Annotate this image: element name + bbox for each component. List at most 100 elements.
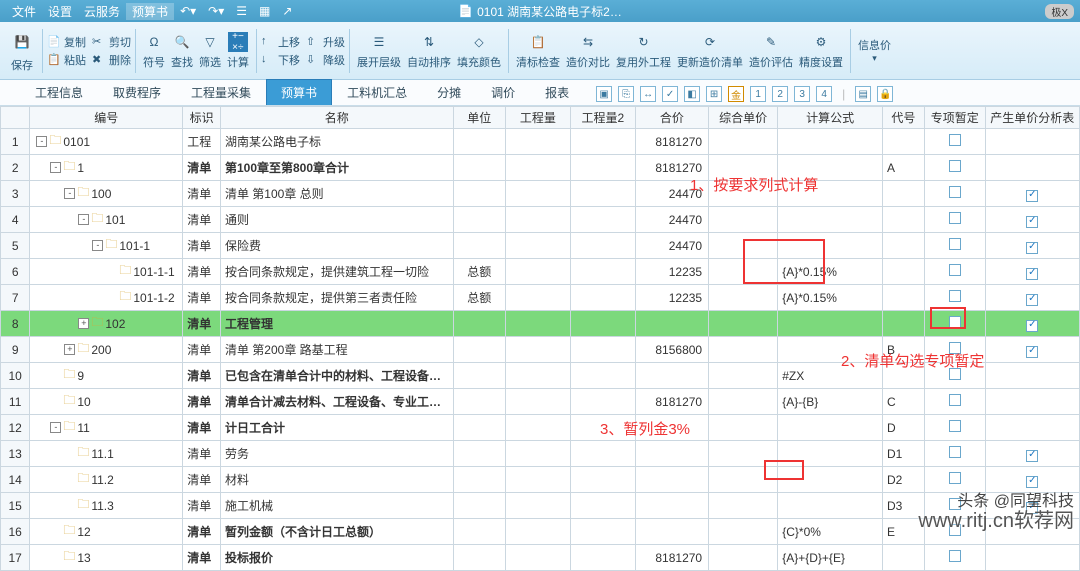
special-checkbox[interactable] — [949, 446, 961, 458]
filter-button[interactable]: ▽筛选 — [199, 32, 221, 70]
special-checkbox[interactable] — [949, 160, 961, 172]
delete-button[interactable]: ✖删除 — [92, 52, 131, 68]
table-row[interactable]: 10🗀9清单已包含在清单合计中的材料、工程设备…#ZX — [1, 363, 1080, 389]
tool-icon-gold[interactable]: 金 — [728, 86, 744, 102]
tab-5[interactable]: 分摊 — [422, 79, 476, 105]
table-row[interactable]: 11🗀10清单清单合计减去材料、工程设备、专业工…8181270{A}-{B}C — [1, 389, 1080, 415]
updatelist-button[interactable]: ⟳更新造价清单 — [677, 32, 743, 70]
autosort-button[interactable]: ⇅自动排序 — [407, 32, 451, 70]
tool-icon[interactable]: ◧ — [684, 86, 700, 102]
budget-grid[interactable]: 编号标识名称单位工程量工程量2合价综合单价计算公式代号专项暂定产生单价分析表 1… — [0, 106, 1080, 571]
cut-button[interactable]: ✂剪切 — [92, 34, 131, 50]
generate-checkbox[interactable] — [1026, 320, 1038, 332]
table-row[interactable]: 8+🗀102清单工程管理 — [1, 311, 1080, 337]
tool-icon[interactable]: ⎘ — [618, 86, 634, 102]
generate-checkbox[interactable] — [1026, 450, 1038, 462]
special-checkbox[interactable] — [949, 368, 961, 380]
symbol-button[interactable]: Ω符号 — [143, 32, 165, 70]
table-row[interactable]: 12-🗀11清单计日工合计D — [1, 415, 1080, 441]
qat-icon-1[interactable]: ☰ — [230, 4, 253, 18]
col-header[interactable]: 计算公式 — [778, 107, 883, 129]
table-row[interactable]: 1-🗀0101工程湖南某公路电子标8181270 — [1, 129, 1080, 155]
expand-toggle-icon[interactable]: + — [64, 344, 75, 355]
expand-toggle-icon[interactable]: - — [36, 136, 47, 147]
col-header[interactable]: 工程量 — [505, 107, 570, 129]
tab-1[interactable]: 取费程序 — [98, 79, 176, 105]
generate-checkbox[interactable] — [1026, 346, 1038, 358]
table-row[interactable]: 5-🗀101-1清单保险费24470 — [1, 233, 1080, 259]
col-header[interactable]: 名称 — [220, 107, 453, 129]
tool-icon[interactable]: ▣ — [596, 86, 612, 102]
generate-checkbox[interactable] — [1026, 294, 1038, 306]
special-checkbox[interactable] — [949, 394, 961, 406]
expand-button[interactable]: ☰展开层级 — [357, 32, 401, 70]
tab-3[interactable]: 预算书 — [266, 79, 332, 105]
special-checkbox[interactable] — [949, 264, 961, 276]
special-checkbox[interactable] — [949, 550, 961, 562]
menu-cloud[interactable]: 云服务 — [78, 3, 126, 20]
qat-icon-2[interactable]: ▦ — [253, 4, 276, 18]
qat-redo-icon[interactable]: ↷▾ — [202, 4, 230, 18]
special-checkbox[interactable] — [949, 316, 961, 328]
menu-settings[interactable]: 设置 — [42, 3, 78, 20]
copy-button[interactable]: 📄复制 — [47, 34, 86, 50]
table-row[interactable]: 9+🗀200清单清单 第200章 路基工程8156800B — [1, 337, 1080, 363]
special-checkbox[interactable] — [949, 186, 961, 198]
priceeval-button[interactable]: ✎造价评估 — [749, 32, 793, 70]
tool-icon[interactable]: ⊞ — [706, 86, 722, 102]
table-row[interactable]: 3-🗀100清单清单 第100章 总则24470 — [1, 181, 1080, 207]
tab-4[interactable]: 工料机汇总 — [332, 79, 422, 105]
generate-checkbox[interactable] — [1026, 190, 1038, 202]
table-row[interactable]: 7🗀101-1-2清单按合同条款规定，提供第三者责任险总额12235{A}*0.… — [1, 285, 1080, 311]
tool-num-4[interactable]: 4 — [816, 86, 832, 102]
table-row[interactable]: 4-🗀101清单通则24470 — [1, 207, 1080, 233]
special-checkbox[interactable] — [949, 472, 961, 484]
precision-button[interactable]: ⚙精度设置 — [799, 32, 843, 70]
calc-button[interactable]: +−×÷计算 — [227, 32, 249, 70]
generate-checkbox[interactable] — [1026, 268, 1038, 280]
tool-icon[interactable]: ↔ — [640, 86, 656, 102]
col-header[interactable]: 代号 — [882, 107, 924, 129]
tool-num-2[interactable]: 2 — [772, 86, 788, 102]
col-header[interactable]: 合价 — [635, 107, 708, 129]
moveup-button[interactable]: ↑上移 — [261, 34, 300, 50]
infoprice-button[interactable]: 信息价▾ — [858, 37, 891, 64]
listcheck-button[interactable]: 📋清标检查 — [516, 32, 560, 70]
expand-toggle-icon[interactable]: - — [50, 162, 61, 173]
qat-undo-icon[interactable]: ↶▾ — [174, 4, 202, 18]
table-row[interactable]: 6🗀101-1-1清单按合同条款规定，提供建筑工程一切险总额12235{A}*0… — [1, 259, 1080, 285]
tool-num-3[interactable]: 3 — [794, 86, 810, 102]
tab-7[interactable]: 报表 — [530, 79, 584, 105]
table-row[interactable]: 13🗀11.1清单劳务D1 — [1, 441, 1080, 467]
menu-file[interactable]: 文件 — [6, 3, 42, 20]
tab-0[interactable]: 工程信息 — [20, 79, 98, 105]
fillcolor-button[interactable]: ◇填充颜色 — [457, 32, 501, 70]
reuse-button[interactable]: ↻复用外工程 — [616, 32, 671, 70]
expand-toggle-icon[interactable]: - — [78, 214, 89, 225]
expand-toggle-icon[interactable]: - — [92, 240, 103, 251]
tab-2[interactable]: 工程量采集 — [176, 79, 266, 105]
table-row[interactable]: 2-🗀1清单第100章至第800章合计8181270A — [1, 155, 1080, 181]
tool-icon[interactable]: ▤ — [855, 86, 871, 102]
col-header[interactable]: 产生单价分析表 — [985, 107, 1079, 129]
special-checkbox[interactable] — [949, 134, 961, 146]
expand-toggle-icon[interactable]: + — [78, 318, 89, 329]
tool-icon[interactable]: 🔒 — [877, 86, 893, 102]
save-button[interactable]: 💾保存 — [9, 29, 35, 73]
col-header[interactable]: 单位 — [453, 107, 505, 129]
special-checkbox[interactable] — [949, 212, 961, 224]
col-header[interactable]: 标识 — [183, 107, 221, 129]
col-header[interactable]: 专项暂定 — [924, 107, 985, 129]
special-checkbox[interactable] — [949, 238, 961, 250]
movedown-button[interactable]: ↓下移 — [261, 52, 300, 68]
menu-budget[interactable]: 预算书 — [126, 3, 174, 20]
expand-toggle-icon[interactable]: - — [50, 422, 61, 433]
tool-num-1[interactable]: 1 — [750, 86, 766, 102]
find-button[interactable]: 🔍查找 — [171, 32, 193, 70]
expand-toggle-icon[interactable]: - — [64, 188, 75, 199]
tab-6[interactable]: 调价 — [476, 79, 530, 105]
table-row[interactable]: 17🗀13清单投标报价8181270{A}+{D}+{E} — [1, 545, 1080, 571]
special-checkbox[interactable] — [949, 342, 961, 354]
col-header[interactable]: 综合单价 — [709, 107, 778, 129]
col-header[interactable]: 工程量2 — [570, 107, 635, 129]
